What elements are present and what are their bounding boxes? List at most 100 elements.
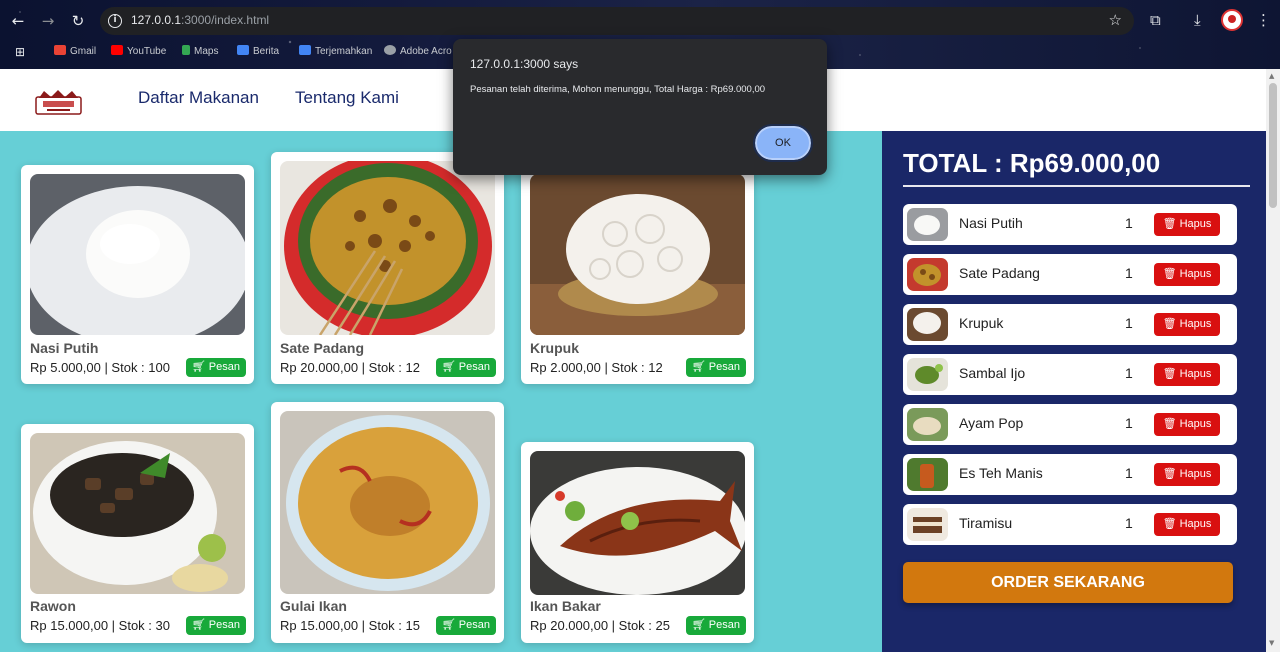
bookmark-star-icon[interactable]: ☆ bbox=[1109, 11, 1122, 29]
url-host: 127.0.0.1 bbox=[131, 13, 182, 27]
divider bbox=[903, 185, 1250, 187]
hapus-button[interactable]: 🗑︎ Hapus bbox=[1154, 213, 1220, 236]
address-bar[interactable]: i 127.0.0.1:3000/index.html ☆ bbox=[100, 7, 1134, 35]
button-label: Hapus bbox=[1179, 518, 1212, 530]
hapus-button[interactable]: 🗑︎ Hapus bbox=[1154, 413, 1220, 436]
cart-item-thumbnail bbox=[907, 208, 948, 241]
cart-icon: 🛒︎ bbox=[191, 619, 206, 631]
pesan-button[interactable]: 🛒︎ Pesan bbox=[435, 358, 496, 377]
button-label: Hapus bbox=[1179, 368, 1212, 380]
pesan-button[interactable]: 🛒︎ Pesan bbox=[685, 616, 746, 635]
food-photo-rawon bbox=[30, 433, 245, 594]
cart-item-thumbnail bbox=[907, 408, 948, 441]
cart-item: Tiramisu 1 🗑︎ Hapus bbox=[903, 504, 1237, 545]
pesan-button[interactable]: 🛒︎ Pesan bbox=[435, 616, 496, 635]
page-scrollbar[interactable]: ▲ ▼ bbox=[1266, 69, 1280, 652]
restaurant-logo[interactable] bbox=[35, 89, 82, 116]
hapus-button[interactable]: 🗑︎ Hapus bbox=[1154, 363, 1220, 386]
scroll-down-icon[interactable]: ▼ bbox=[1269, 639, 1274, 647]
button-label: Pesan bbox=[458, 361, 490, 373]
product-name: Krupuk bbox=[530, 340, 579, 356]
food-photo-gulai-ikan bbox=[280, 411, 495, 594]
cart-item-name: Sate Padang bbox=[959, 265, 1040, 281]
product-name: Nasi Putih bbox=[30, 340, 99, 356]
bookmark-label: YouTube bbox=[127, 46, 167, 57]
back-icon[interactable]: ← bbox=[7, 10, 29, 32]
scroll-up-icon[interactable]: ▲ bbox=[1269, 72, 1274, 80]
pesan-button[interactable]: 🛒︎ Pesan bbox=[185, 358, 246, 377]
product-card: Sate Padang Rp 20.000,00 | Stok : 12 🛒︎ … bbox=[271, 152, 504, 384]
bookmark-translate[interactable]: Terjemahkan bbox=[299, 45, 372, 57]
cart-item-name: Sambal Ijo bbox=[959, 365, 1026, 381]
product-name: Gulai Ikan bbox=[280, 598, 347, 614]
product-name: Ikan Bakar bbox=[530, 598, 601, 614]
nav-daftar-makanan[interactable]: Daftar Makanan bbox=[138, 88, 259, 108]
product-name: Sate Padang bbox=[280, 340, 365, 356]
pesan-button[interactable]: 🛒︎ Pesan bbox=[685, 358, 746, 377]
globe-icon bbox=[384, 45, 396, 55]
trash-icon: 🗑︎ bbox=[1162, 318, 1177, 330]
cart-item-qty: 1 bbox=[1125, 515, 1133, 531]
cart-item: Es Teh Manis 1 🗑︎ Hapus bbox=[903, 454, 1237, 495]
trash-icon: 🗑︎ bbox=[1162, 268, 1177, 280]
button-label: Hapus bbox=[1179, 218, 1212, 230]
site-info-icon[interactable]: i bbox=[108, 14, 122, 28]
profile-avatar[interactable] bbox=[1221, 9, 1243, 31]
product-card: Nasi Putih Rp 5.000,00 | Stok : 100 🛒︎ P… bbox=[21, 165, 254, 384]
food-photo-ikan-bakar bbox=[530, 451, 745, 595]
trash-icon: 🗑︎ bbox=[1162, 468, 1177, 480]
bookmark-youtube[interactable]: YouTube bbox=[111, 45, 166, 57]
cart-item-qty: 1 bbox=[1125, 365, 1133, 381]
button-label: Hapus bbox=[1179, 268, 1212, 280]
button-label: Pesan bbox=[208, 619, 240, 631]
hapus-button[interactable]: 🗑︎ Hapus bbox=[1154, 513, 1220, 536]
nav-tentang-kami[interactable]: Tentang Kami bbox=[295, 88, 399, 108]
product-price-stock: Rp 5.000,00 | Stok : 100 bbox=[30, 360, 170, 375]
forward-icon[interactable]: → bbox=[37, 10, 59, 32]
hapus-button[interactable]: 🗑︎ Hapus bbox=[1154, 313, 1220, 336]
button-label: Pesan bbox=[708, 619, 740, 631]
cart-item-name: Es Teh Manis bbox=[959, 465, 1043, 481]
product-card: Krupuk Rp 2.000,00 | Stok : 12 🛒︎ Pesan bbox=[521, 165, 754, 384]
food-photo-sate-padang bbox=[280, 161, 495, 335]
bookmark-label: Terjemahkan bbox=[315, 46, 373, 57]
cart-icon: 🛒︎ bbox=[441, 361, 456, 373]
cart-item: Sate Padang 1 🗑︎ Hapus bbox=[903, 254, 1237, 295]
product-card: Ikan Bakar Rp 20.000,00 | Stok : 25 🛒︎ P… bbox=[521, 442, 754, 643]
order-now-button[interactable]: ORDER SEKARANG bbox=[903, 562, 1233, 603]
cart-item-thumbnail bbox=[907, 358, 948, 391]
more-menu-icon[interactable]: ⋮ bbox=[1256, 10, 1271, 30]
product-price-stock: Rp 20.000,00 | Stok : 12 bbox=[280, 360, 420, 375]
ok-button[interactable]: OK bbox=[753, 124, 813, 162]
pesan-button[interactable]: 🛒︎ Pesan bbox=[185, 616, 246, 635]
cart-item-name: Tiramisu bbox=[959, 515, 1013, 531]
bookmark-gmail[interactable]: Gmail bbox=[54, 45, 96, 57]
extensions-icon[interactable]: ⧉ bbox=[1150, 10, 1161, 30]
download-icon[interactable]: ⤓ bbox=[1194, 10, 1201, 30]
bookmark-maps[interactable]: Maps bbox=[182, 45, 218, 57]
hapus-button[interactable]: 🗑︎ Hapus bbox=[1154, 463, 1220, 486]
button-label: Pesan bbox=[208, 361, 240, 373]
address-url[interactable]: 127.0.0.1:3000/index.html bbox=[131, 13, 269, 27]
url-path: :3000/index.html bbox=[181, 13, 270, 27]
gmail-icon bbox=[54, 45, 66, 55]
trash-icon: 🗑︎ bbox=[1162, 518, 1177, 530]
cart-icon: 🛒︎ bbox=[191, 361, 206, 373]
cart-item-name: Nasi Putih bbox=[959, 215, 1023, 231]
food-photo-krupuk bbox=[530, 174, 745, 335]
youtube-icon bbox=[111, 45, 123, 55]
alert-dialog: 127.0.0.1:3000 says Pesanan telah diteri… bbox=[453, 39, 827, 175]
bookmark-adobe[interactable]: Adobe Acro bbox=[384, 45, 452, 57]
button-label: Hapus bbox=[1179, 418, 1212, 430]
bookmark-label: Gmail bbox=[70, 46, 97, 57]
cart-item-qty: 1 bbox=[1125, 265, 1133, 281]
cart-item-thumbnail bbox=[907, 258, 948, 291]
hapus-button[interactable]: 🗑︎ Hapus bbox=[1154, 263, 1220, 286]
button-label: Pesan bbox=[458, 619, 490, 631]
button-label: Pesan bbox=[708, 361, 740, 373]
bookmark-berita[interactable]: Berita bbox=[237, 45, 279, 57]
scrollbar-thumb[interactable] bbox=[1269, 83, 1277, 208]
trash-icon: 🗑︎ bbox=[1162, 218, 1177, 230]
food-photo-nasi-putih bbox=[30, 174, 245, 335]
reload-icon[interactable]: ↻ bbox=[67, 10, 89, 32]
